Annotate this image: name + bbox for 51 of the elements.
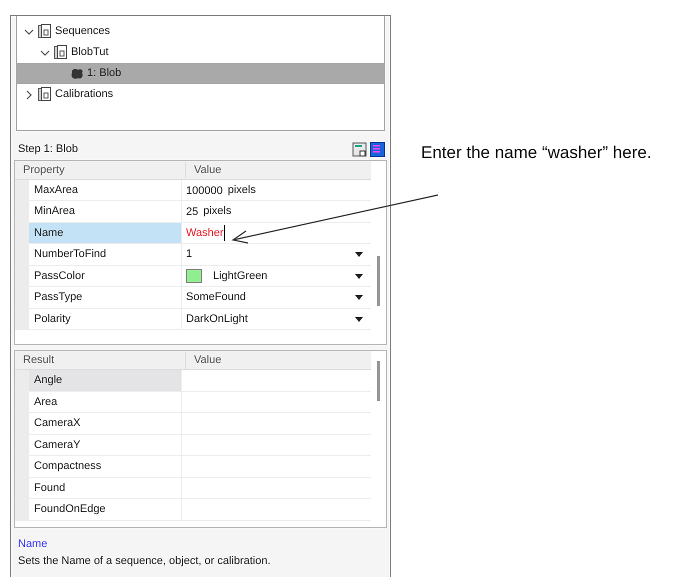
name-input-field[interactable]: Washer bbox=[186, 224, 224, 242]
blob-icon bbox=[70, 68, 84, 80]
property-value: 100000 bbox=[186, 184, 223, 199]
row-header[interactable] bbox=[15, 180, 29, 200]
property-value: 25 bbox=[186, 205, 198, 220]
column-header: Property bbox=[15, 162, 186, 178]
result-name[interactable]: Area bbox=[29, 392, 182, 412]
tree-item[interactable]: Sequences bbox=[17, 21, 384, 42]
document-icon bbox=[38, 24, 52, 39]
step-title: Step 1: Blob bbox=[18, 142, 78, 158]
result-name[interactable]: FoundOnEdge bbox=[29, 499, 182, 520]
description-title: Name bbox=[18, 537, 48, 552]
property-value[interactable]: SomeFound bbox=[186, 289, 350, 306]
row-header[interactable] bbox=[15, 499, 29, 520]
property-name[interactable]: MaxArea bbox=[29, 180, 182, 200]
dropdown-arrow-icon[interactable] bbox=[355, 274, 363, 279]
description-text: Sets the Name of a sequence, object, or calibration. bbox=[18, 554, 272, 568]
window-icon[interactable] bbox=[352, 142, 367, 158]
annotation-text: Enter the name “washer” here. bbox=[421, 142, 652, 164]
unit-label: pixels bbox=[203, 204, 232, 220]
column-header: Result bbox=[15, 352, 186, 369]
tree-item[interactable]: 1: Blob bbox=[17, 63, 384, 84]
property-name[interactable]: NumberToFind bbox=[29, 244, 182, 265]
tree-item[interactable]: BlobTut bbox=[17, 42, 384, 63]
document-icon bbox=[54, 45, 68, 60]
property-name[interactable]: Name bbox=[29, 222, 182, 244]
property-name[interactable]: PassColor bbox=[29, 266, 182, 286]
property-value[interactable]: DarkOnLight bbox=[186, 310, 350, 328]
row-header[interactable] bbox=[15, 308, 29, 330]
column-header: Value bbox=[193, 353, 222, 368]
dropdown-arrow-icon[interactable] bbox=[355, 252, 363, 258]
result-name[interactable]: Compactness bbox=[29, 456, 182, 477]
dropdown-arrow-icon[interactable] bbox=[355, 316, 363, 322]
result-name[interactable]: Angle bbox=[29, 370, 182, 391]
property-value[interactable]: LightGreen bbox=[213, 268, 350, 284]
unit-label: pixels bbox=[228, 182, 256, 198]
tree-item[interactable]: Calibrations bbox=[17, 84, 384, 105]
result-name[interactable]: Found bbox=[29, 478, 182, 498]
property-value[interactable]: 1 bbox=[186, 246, 350, 263]
property-name[interactable]: Polarity bbox=[29, 308, 182, 330]
dropdown-arrow-icon[interactable] bbox=[355, 295, 363, 300]
result-name[interactable]: CameraX bbox=[29, 413, 182, 434]
property-name[interactable]: PassType bbox=[29, 287, 182, 308]
column-header: Value bbox=[193, 162, 222, 178]
scrollbar-thumb[interactable] bbox=[377, 361, 380, 402]
property-name[interactable]: MinArea bbox=[29, 201, 182, 222]
list-icon[interactable] bbox=[370, 142, 385, 158]
scrollbar-thumb[interactable] bbox=[377, 256, 380, 306]
row-header[interactable] bbox=[15, 370, 29, 391]
document-icon bbox=[38, 87, 52, 102]
result-name[interactable]: CameraY bbox=[29, 434, 182, 456]
